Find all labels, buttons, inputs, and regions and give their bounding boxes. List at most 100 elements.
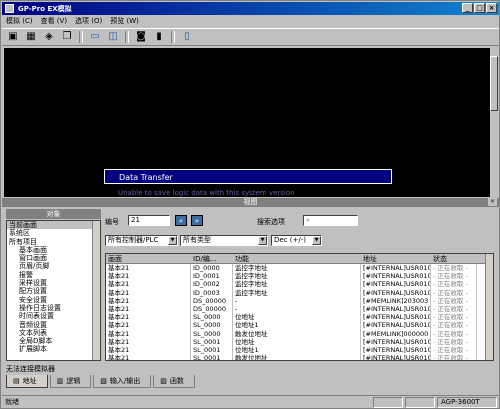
table-cell: [#INTERNAL]USR01002 [361,288,431,297]
table-cell: - 正在收取 - [431,288,477,297]
table-row[interactable]: 基本21SL_0001位地址[#INTERNAL]USR01006- 正在收取 … [106,337,493,346]
menu-simulate[interactable]: 模拟 (C) [6,16,33,26]
chevron-down-icon[interactable]: ▼ [312,236,321,245]
split-h-icon[interactable]: ▭ [87,30,103,44]
maximize-button[interactable]: □ [474,3,485,13]
col-screen[interactable]: 画面 [106,254,191,263]
table-cell: DS_00000 [191,296,233,305]
tree-item[interactable]: 文本列表 [7,329,100,337]
table-row[interactable]: 基本21DS_00000-[#INTERNAL]USR01005- 正在收取 - [106,304,493,314]
tree-scrollbar[interactable] [92,221,100,360]
table-cell: - 正在收取 - [431,264,477,273]
table-row[interactable]: 基本21SL_0000位地址[#INTERNAL]USR01006- 正在收取 … [106,313,493,322]
table-cell: [#INTERNAL]USR01006 [361,321,431,330]
col-status[interactable]: 状态 [431,254,477,263]
scrollbar-thumb[interactable] [490,56,498,111]
tree-item[interactable]: 系统区 [7,229,100,237]
screen-scrollbar[interactable] [490,48,498,197]
col-id[interactable]: ID/编... [191,254,233,263]
table-cell: [#INTERNAL]USR01006 [361,345,431,355]
col-address[interactable]: 地址 [361,254,431,263]
tree-item[interactable]: 配方设置 [7,287,100,295]
table-cell: [#INTERNAL]USR01004 [361,272,431,281]
view-panel-title: 视图 × [2,198,499,207]
prev-page-icon[interactable]: « [175,215,187,226]
chevron-down-icon[interactable]: ▼ [168,236,177,245]
table-row[interactable]: 基本21SL_0000位地址1[#INTERNAL]USR01006- 正在收取… [106,321,493,330]
menu-options[interactable]: 选项 (O) [75,16,102,26]
table-cell: - 正在收取 - [431,304,477,314]
search-icon: ⌕ [306,216,310,224]
table-cell: SL_0000 [191,313,233,322]
table-cell: [#INTERNAL]USR01005 [361,304,431,314]
tree-item[interactable]: 安全设置 [7,296,100,304]
close-icon[interactable]: × [488,198,497,206]
table-cell: 基本21 [106,354,191,360]
object-tree[interactable]: 当前画面 系统区 所有项目 基本画面 窗口画面 页眉/页脚 报警 采样设置 配方… [6,220,101,361]
device-icon[interactable]: ▮ [151,30,167,44]
controller-select[interactable]: 所有控制器/PLC ▼ [105,235,178,246]
tree-item[interactable]: 时间表设置 [7,312,100,320]
tab-logic[interactable]: ▥ 逻辑 [49,375,92,388]
search-label: 搜索选项 [257,218,285,226]
table-row[interactable]: 基本21ID_0000监控字地址[#INTERNAL]USR01003- 正在收… [106,264,493,273]
format-select[interactable]: Dec (+/-) ▼ [271,235,322,246]
col-function[interactable]: 功能 [233,254,361,263]
next-page-icon[interactable]: » [191,215,203,226]
table-row[interactable]: 基本21ID_0003监控字地址[#INTERNAL]USR01002- 正在收… [106,288,493,297]
tree-item[interactable]: 报警 [7,271,100,279]
tab-label: 函数 [169,377,184,385]
table-row[interactable]: 基本21ID_0001监控字地址[#INTERNAL]USR01004- 正在收… [106,272,493,281]
menu-preview[interactable]: 预览 (W) [110,16,139,26]
table-cell: 基本21 [106,264,191,273]
tab-io[interactable]: ▧ 输入/输出 [93,375,152,388]
copy-icon[interactable]: ❐ [59,30,75,44]
layers-icon[interactable]: ◈ [41,30,57,44]
tab-label: 逻辑 [66,377,81,385]
tab-functions[interactable]: ▨ 函数 [153,375,195,388]
tab-address[interactable]: ▤ 地址 [6,375,48,388]
screens-icon[interactable]: ▦ [23,30,39,44]
number-input[interactable]: 21 [128,215,170,226]
table-cell: SL_0001 [191,354,233,360]
type-select[interactable]: 所有类型 ▼ [180,235,268,246]
tree-item[interactable]: 基本画面 [7,246,100,254]
camera-icon[interactable]: ▣ [5,30,21,44]
table-cell: 基本21 [106,337,191,346]
table-cell: 触发位地址 [233,354,361,360]
table-cell: 基本21 [106,280,191,289]
tree-item[interactable]: 音频设置 [7,321,100,329]
tree-item[interactable]: 所有项目 [7,238,100,246]
search-input[interactable]: ⌕ [303,215,358,226]
table-cell: - 正在收取 - [431,272,477,281]
dialog-text: Unable to save logic data with this syst… [118,189,295,197]
address-icon: ▤ [13,377,20,385]
table-cell: [#MEMLINK]203003 [361,296,431,305]
tree-item[interactable]: 扩展脚本 [7,345,100,353]
table-row[interactable]: 基本21 SL_0000 触发位地址 [#MEMLINK]000000- 正在收取 - [106,329,493,338]
table-cell: 基本21 [106,296,191,305]
address-table: 画面 ID/编... 功能 地址 状态 基本21 ID_0000 监控字地址 [#IN… [105,253,494,361]
exit-icon[interactable]: ▯ [179,30,195,44]
close-button[interactable]: × [486,3,497,13]
toolbar: ▣ ▦ ◈ ❐ ▭ ◫ ◙ ▮ ▯ [2,28,499,46]
table-cell: 触发位地址 [233,329,361,338]
table-cell: 基本21 [106,313,191,322]
function-icon: ▨ [160,377,167,385]
table-scrollbar[interactable] [485,254,493,360]
chevron-down-icon[interactable]: ▼ [258,236,267,245]
snapshot-icon[interactable]: ◙ [133,30,149,44]
menu-view[interactable]: 查看 (V) [41,16,67,26]
table-cell: DS_00000 [191,304,233,314]
table-row[interactable]: 基本21ID_0002监控字地址[#INTERNAL]USR01005- 正在收… [106,280,493,289]
table-row[interactable]: 基本21SL_0001位地址1[#INTERNAL]USR01006- 正在收取… [106,345,493,355]
split-v-icon[interactable]: ◫ [105,30,121,44]
table-cell: 监控字地址 [233,272,361,281]
tree-item[interactable]: 页眉/页脚 [7,262,100,270]
table-row[interactable]: 基本21 DS_00000- [#MEMLINK]203003- 正在收取 - [106,296,493,305]
table-cell: ID_0002 [191,280,233,289]
simulation-screen[interactable]: Data Transfer Unable to save logic data … [4,48,498,197]
table-cell: 基本21 [106,272,191,281]
table-row[interactable]: 基本21SL_0001触发位地址[#INTERNAL]USR01005- 正在收… [106,354,493,360]
minimize-button[interactable]: _ [462,3,473,13]
